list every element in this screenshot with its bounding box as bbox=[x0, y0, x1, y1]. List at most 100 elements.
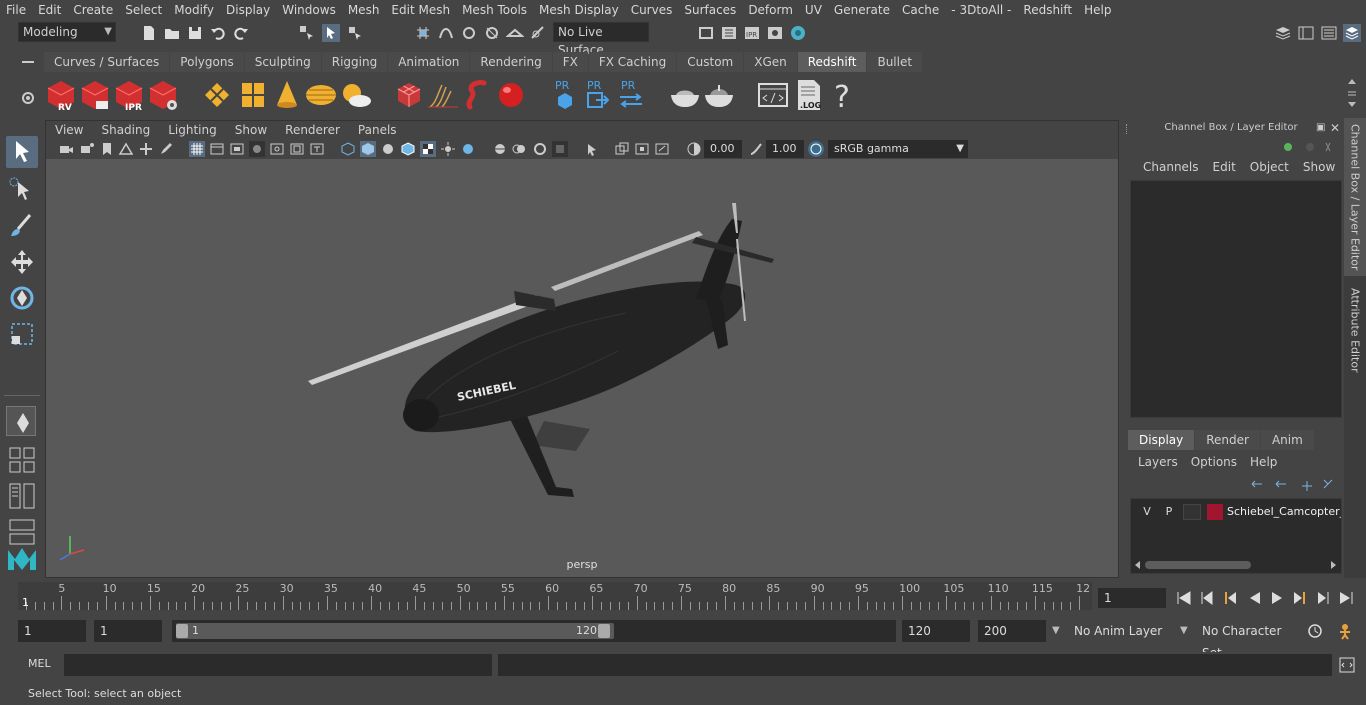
color-space-selector[interactable]: sRGB gamma ▼ bbox=[828, 140, 968, 158]
rs-dome-light-icon[interactable] bbox=[304, 77, 338, 113]
render-view-icon[interactable] bbox=[697, 24, 715, 42]
hypershade-icon[interactable] bbox=[789, 24, 807, 42]
menu-file[interactable]: File bbox=[0, 3, 32, 17]
safe-title-icon[interactable] bbox=[309, 141, 325, 157]
shadows-icon[interactable] bbox=[460, 141, 476, 157]
menu-create[interactable]: Create bbox=[67, 3, 119, 17]
persp-outliner-layout-icon[interactable] bbox=[6, 480, 38, 512]
snap-curve-icon[interactable] bbox=[437, 24, 455, 42]
bookmark-icon[interactable] bbox=[99, 141, 115, 157]
gamma-icon[interactable] bbox=[748, 141, 764, 157]
rs-script-editor-icon[interactable] bbox=[756, 77, 790, 113]
menu-curves[interactable]: Curves bbox=[625, 3, 679, 17]
field-chart-icon[interactable] bbox=[269, 141, 285, 157]
camera-icon[interactable] bbox=[58, 141, 74, 157]
rs-pr-mesh-icon[interactable]: PR bbox=[548, 77, 582, 113]
chevron-down-icon[interactable]: ▼ bbox=[1180, 625, 1188, 636]
snap-view-icon[interactable] bbox=[483, 24, 501, 42]
wireframe-on-shaded-icon[interactable] bbox=[400, 141, 416, 157]
rs-material-bowl-icon[interactable] bbox=[668, 77, 702, 113]
viewport-canvas[interactable]: SCHIEBEL persp bbox=[46, 159, 1118, 577]
anim-layer-selector[interactable]: No Anim Layer bbox=[1068, 620, 1192, 642]
snap-grid-icon[interactable] bbox=[414, 24, 432, 42]
move-layer-down-icon[interactable] bbox=[1275, 480, 1286, 488]
select-component-icon[interactable] bbox=[346, 24, 364, 42]
redo-icon[interactable] bbox=[232, 24, 250, 42]
default-material-icon[interactable] bbox=[380, 141, 396, 157]
tab-rigging[interactable]: Rigging bbox=[321, 52, 388, 72]
tab-fx[interactable]: FX bbox=[552, 52, 588, 72]
range-slider[interactable]: 1 120 bbox=[172, 620, 896, 642]
menu-edit-mesh[interactable]: Edit Mesh bbox=[385, 3, 456, 17]
animation-preferences-icon[interactable] bbox=[1334, 622, 1356, 640]
rs-help-icon[interactable]: ? bbox=[826, 77, 860, 115]
menu-modify[interactable]: Modify bbox=[168, 3, 220, 17]
gamma-field[interactable]: 1.00 bbox=[766, 140, 804, 158]
command-input[interactable] bbox=[64, 654, 492, 676]
auto-key-icon[interactable] bbox=[1306, 622, 1324, 640]
script-language-toggle[interactable]: MEL bbox=[28, 657, 51, 670]
grease-pencil-icon[interactable] bbox=[158, 141, 174, 157]
open-scene-icon[interactable] bbox=[163, 24, 181, 42]
menu-generate[interactable]: Generate bbox=[828, 3, 896, 17]
channel-box-menu-object[interactable]: Object bbox=[1243, 160, 1296, 176]
channel-box-menu-show[interactable]: Show bbox=[1296, 160, 1342, 176]
step-forward-frame-icon[interactable] bbox=[1294, 592, 1305, 604]
rs-proxy-icon[interactable] bbox=[392, 77, 426, 113]
undo-icon[interactable] bbox=[209, 24, 227, 42]
channel-box-clear-icon[interactable] bbox=[1325, 142, 1331, 152]
layer-menu-options[interactable]: Options bbox=[1191, 455, 1244, 471]
menu-windows[interactable]: Windows bbox=[276, 3, 342, 17]
menu-mesh-tools[interactable]: Mesh Tools bbox=[456, 3, 533, 17]
step-back-key-icon[interactable] bbox=[1201, 591, 1213, 605]
tab-attribute-editor[interactable]: Attribute Editor bbox=[1344, 284, 1366, 376]
playback-start-field[interactable]: 1 bbox=[94, 620, 162, 642]
play-forwards-icon[interactable] bbox=[1272, 592, 1282, 604]
rs-pr-export-icon[interactable]: PR bbox=[580, 77, 614, 113]
paint-select-tool-icon[interactable] bbox=[6, 210, 38, 242]
layer-list-hscrollbar[interactable] bbox=[1135, 559, 1339, 571]
viewport-menu-shading[interactable]: Shading bbox=[92, 123, 159, 137]
render-settings-icon[interactable] bbox=[766, 24, 784, 42]
menu-3dtoall[interactable]: - 3DtoAll - bbox=[945, 3, 1017, 17]
step-forward-key-icon[interactable] bbox=[1318, 592, 1329, 604]
exposure-icon[interactable] bbox=[686, 141, 702, 157]
script-editor-icon[interactable] bbox=[1338, 656, 1356, 674]
menu-help[interactable]: Help bbox=[1078, 3, 1117, 17]
play-backwards-icon[interactable] bbox=[1250, 592, 1260, 604]
new-scene-icon[interactable] bbox=[140, 24, 158, 42]
rs-sphere-icon[interactable] bbox=[494, 77, 528, 113]
rs-render-settings-icon[interactable] bbox=[146, 77, 180, 113]
viewport-menu-lighting[interactable]: Lighting bbox=[159, 123, 226, 137]
rs-sun-sky-icon[interactable] bbox=[338, 77, 372, 113]
xray-components-icon[interactable] bbox=[634, 141, 650, 157]
select-hierarchy-icon[interactable] bbox=[298, 24, 316, 42]
layer-tab-display[interactable]: Display bbox=[1128, 430, 1195, 450]
menu-uv[interactable]: UV bbox=[799, 3, 828, 17]
layer-visibility-toggle[interactable]: V bbox=[1139, 504, 1155, 520]
tab-fx-caching[interactable]: FX Caching bbox=[588, 52, 677, 72]
film-gate-icon[interactable] bbox=[209, 141, 225, 157]
move-tool-icon[interactable] bbox=[6, 246, 38, 278]
rs-ipr-icon[interactable]: IPR bbox=[112, 77, 146, 113]
workspace-icon[interactable] bbox=[1274, 24, 1292, 42]
render-current-icon[interactable] bbox=[720, 24, 738, 42]
gate-mask-icon[interactable] bbox=[249, 141, 265, 157]
menu-redshift[interactable]: Redshift bbox=[1017, 3, 1078, 17]
toggle-panels-icon[interactable] bbox=[1297, 24, 1315, 42]
exposure-field[interactable]: 0.00 bbox=[704, 140, 742, 158]
smooth-shade-icon[interactable] bbox=[360, 141, 376, 157]
layer-display-type[interactable] bbox=[1183, 504, 1201, 520]
wireframe-icon[interactable] bbox=[340, 141, 356, 157]
lasso-tool-icon[interactable] bbox=[6, 174, 38, 206]
layer-row[interactable]: V P Schiebel_Camcopter_S bbox=[1135, 503, 1341, 521]
tab-redshift[interactable]: Redshift bbox=[797, 52, 867, 72]
viewport-menu-view[interactable]: View bbox=[46, 123, 92, 137]
rs-log-icon[interactable]: .LOG bbox=[792, 77, 826, 113]
tab-sculpting[interactable]: Sculpting bbox=[244, 52, 321, 72]
rs-area-light-icon[interactable] bbox=[200, 77, 234, 113]
channel-box-option-icon[interactable] bbox=[1306, 143, 1314, 151]
rs-volume-icon[interactable] bbox=[460, 77, 494, 113]
make-live-icon[interactable] bbox=[529, 24, 547, 42]
shelf-settings-gear-icon[interactable] bbox=[18, 88, 38, 108]
